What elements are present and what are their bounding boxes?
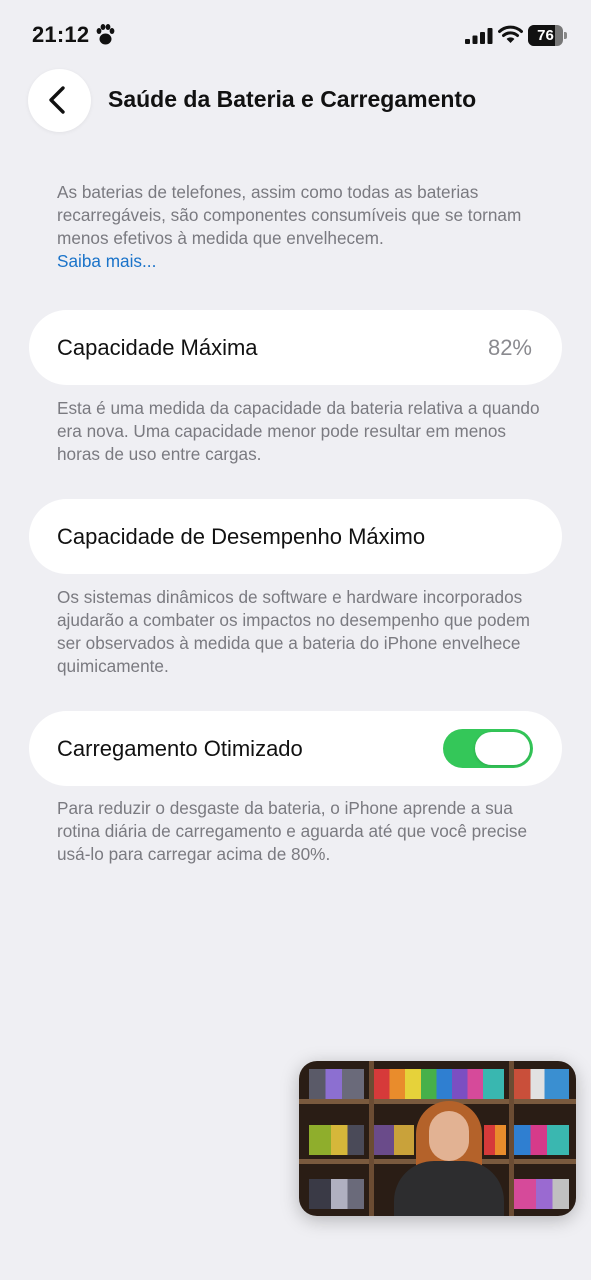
- toggle-knob: [475, 732, 530, 765]
- max-capacity-description: Esta é uma medida da capacidade da bater…: [57, 398, 540, 464]
- intro-text: As baterias de telefones, assim como tod…: [57, 182, 522, 248]
- battery-icon: 76: [528, 25, 568, 46]
- signal-icon: [465, 28, 493, 44]
- optimized-charging-toggle[interactable]: [443, 729, 533, 768]
- chevron-left-icon: [49, 86, 65, 114]
- video-pip[interactable]: [299, 1061, 576, 1216]
- paw-icon: [96, 24, 115, 45]
- optimized-charging-label: Carregamento Otimizado: [57, 736, 303, 761]
- optimized-charging-description: Para reduzir o desgaste da bateria, o iP…: [57, 798, 528, 864]
- battery-level: 76: [537, 27, 554, 44]
- peak-performance-description: Os sistemas dinâmicos de software e hard…: [57, 587, 530, 676]
- max-capacity-row: Capacidade Máxima 82%: [29, 310, 562, 385]
- page-title: Saúde da Bateria e Carregamento: [108, 86, 477, 112]
- status-bar: 21:12 76: [0, 0, 591, 70]
- status-time: 21:12: [32, 22, 90, 47]
- back-button[interactable]: [28, 69, 91, 132]
- intro-description: As baterias de telefones, assim como tod…: [57, 181, 547, 273]
- max-capacity-value: 82%: [487, 335, 532, 360]
- optimized-charging-row: Carregamento Otimizado: [29, 711, 562, 786]
- wifi-icon: [498, 25, 523, 43]
- peak-performance-label: Capacidade de Desempenho Máximo: [57, 524, 426, 549]
- learn-more-link[interactable]: Saiba mais...: [57, 250, 547, 273]
- max-capacity-label: Capacidade Máxima: [57, 335, 258, 360]
- peak-performance-row: Capacidade de Desempenho Máximo: [29, 499, 562, 574]
